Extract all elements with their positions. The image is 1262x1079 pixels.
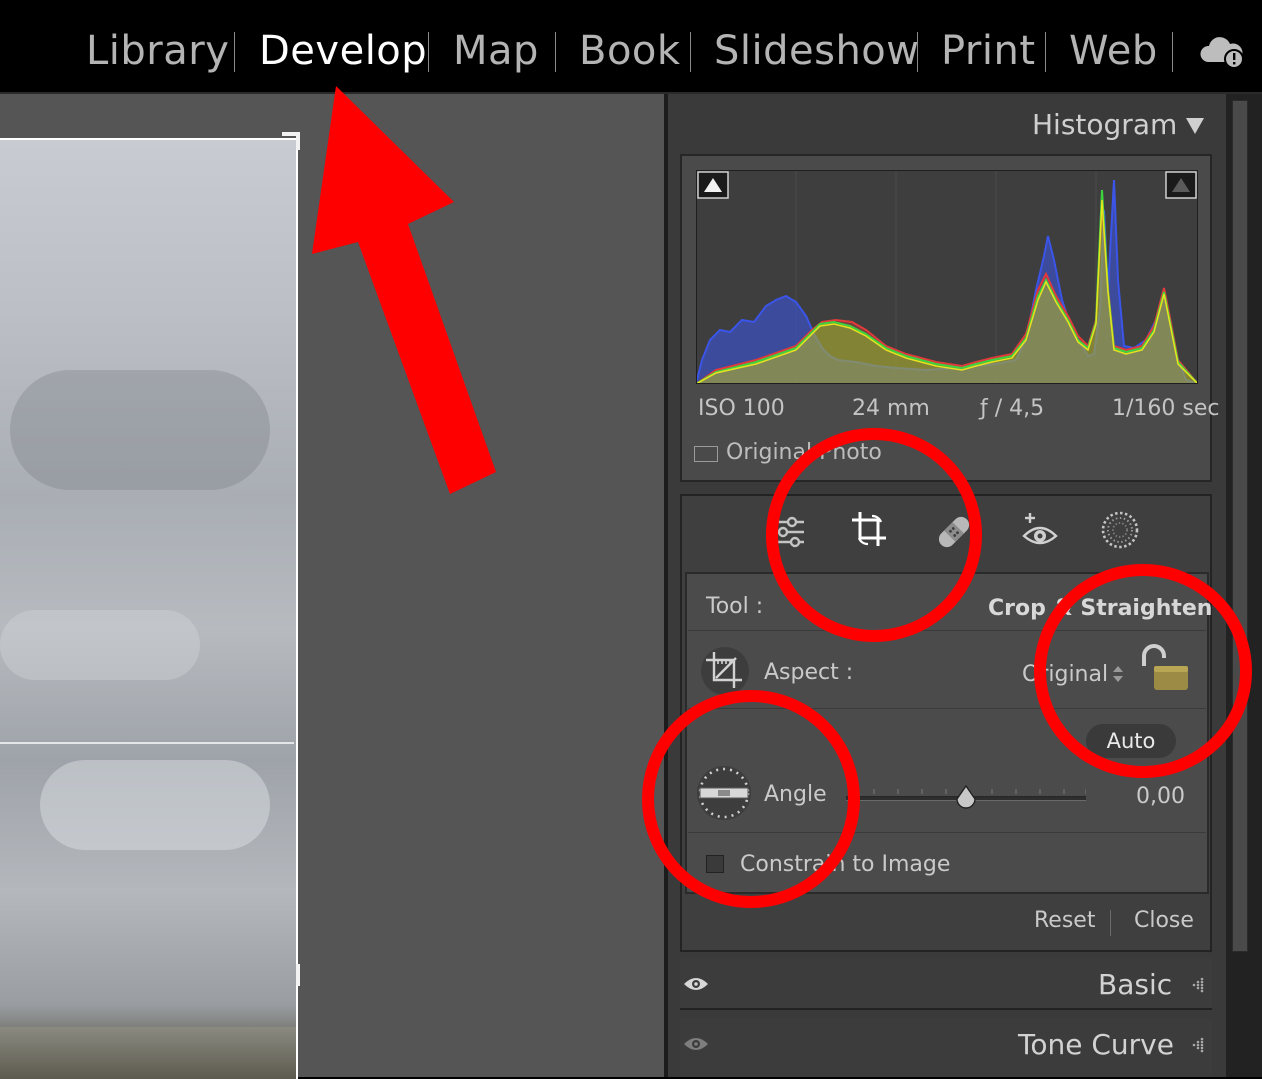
histogram-graph[interactable] — [696, 170, 1198, 384]
module-print[interactable]: Print — [941, 24, 1036, 78]
annotation-circle-lock-auto — [1034, 564, 1252, 778]
module-map[interactable]: Map — [453, 24, 539, 78]
angle-value[interactable]: 0,00 — [1136, 784, 1185, 809]
collapse-panel-icon[interactable] — [1186, 976, 1206, 996]
cloud-sync-warning-icon[interactable] — [1198, 34, 1246, 70]
close-button[interactable]: Close — [1134, 908, 1194, 933]
reset-button[interactable]: Reset — [1034, 908, 1095, 933]
original-photo-checkbox[interactable] — [694, 446, 718, 462]
crop-frame-tool-icon[interactable] — [698, 646, 752, 696]
module-separator — [690, 32, 691, 72]
module-book[interactable]: Book — [579, 24, 681, 78]
photo-preview[interactable] — [0, 138, 298, 1079]
basic-section-title[interactable]: Basic — [1098, 968, 1172, 1001]
focal-length-readout: 24 mm — [852, 396, 930, 421]
aspect-label: Aspect : — [764, 660, 854, 685]
module-separator — [428, 32, 429, 72]
eye-icon[interactable] — [683, 975, 709, 993]
masking-icon[interactable] — [1098, 508, 1142, 552]
tool-label: Tool : — [706, 594, 764, 619]
module-separator — [1045, 32, 1046, 72]
eye-icon[interactable] — [683, 1035, 709, 1053]
collapse-panel-icon[interactable] — [1186, 1036, 1206, 1056]
module-picker: Library Develop Map Book Slideshow Print… — [0, 0, 1262, 92]
aperture-readout: ƒ / 4,5 — [980, 396, 1045, 421]
cloud-shape — [40, 760, 270, 850]
tone-curve-section-title[interactable]: Tone Curve — [1018, 1028, 1174, 1061]
module-slideshow[interactable]: Slideshow — [714, 24, 920, 78]
red-eye-icon[interactable] — [1018, 510, 1062, 554]
module-separator — [234, 32, 235, 72]
annotation-circle-crop-tool — [766, 428, 982, 642]
highlight-clipping-icon — [1165, 171, 1197, 199]
shadow-clipping-icon — [697, 171, 729, 199]
crop-grid-line — [0, 742, 294, 744]
shoreline — [0, 1027, 296, 1079]
angle-slider-thumb[interactable] — [955, 785, 977, 811]
module-web[interactable]: Web — [1069, 24, 1158, 78]
crop-edge-handle[interactable] — [296, 964, 300, 986]
shutter-speed-readout: 1/160 sec — [1112, 396, 1220, 421]
module-separator — [555, 32, 556, 72]
module-separator — [917, 32, 918, 72]
divider — [1110, 910, 1111, 936]
cloud-shape — [0, 610, 200, 680]
panel-scrollbar-thumb[interactable] — [1232, 100, 1248, 952]
annotation-circle-angle — [642, 690, 860, 908]
histogram-title[interactable]: Histogram — [1032, 108, 1177, 141]
module-separator — [1172, 32, 1173, 72]
collapse-triangle-icon[interactable] — [1184, 116, 1206, 136]
iso-readout: ISO 100 — [698, 396, 785, 421]
annotation-arrow — [312, 86, 496, 494]
cloud-shape — [10, 370, 270, 490]
module-library[interactable]: Library — [86, 24, 229, 78]
module-develop[interactable]: Develop — [259, 24, 427, 78]
